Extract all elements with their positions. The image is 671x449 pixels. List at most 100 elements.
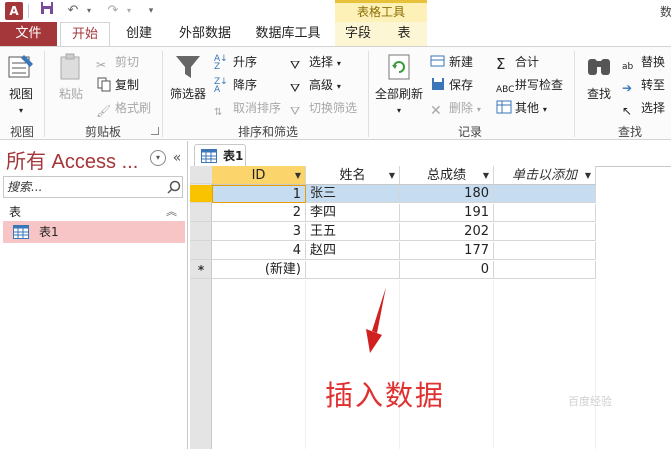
access-app-icon[interactable]: A	[5, 2, 23, 20]
document-tab-label: 表1	[223, 149, 244, 163]
table-cell-id[interactable]: 4	[212, 242, 306, 260]
group-label-sort-filter: 排序和筛选	[237, 125, 298, 139]
view-button[interactable]: 视图 ▾	[4, 51, 38, 116]
customize-toolbar-icon[interactable]: ▾	[142, 1, 160, 21]
table-cell-name[interactable]: 王五	[306, 223, 400, 241]
view-label: 视图	[8, 87, 33, 101]
chevron-down-icon: ▾	[336, 82, 341, 91]
ribbon: 视图 ▾ 视图 粘贴 ✂ 剪切 复制 🖌 格式刷 剪贴板 筛选器 A↓ Z 升序 Z↓ A 降…	[0, 46, 671, 140]
nav-section-tables[interactable]: 表 ︽	[3, 202, 185, 222]
save-record-button[interactable]: 保存	[430, 75, 473, 95]
copy-button[interactable]: 复制	[96, 75, 139, 95]
undo-dropdown-icon[interactable]: ▾	[80, 1, 98, 21]
table-cell-score[interactable]: 202	[400, 223, 494, 241]
tab-external-data[interactable]: 外部数据	[170, 22, 240, 46]
table-cell-empty[interactable]	[494, 261, 596, 279]
table-cell-name[interactable]: 李四	[306, 204, 400, 222]
select-button[interactable]: ↖ 选择	[622, 98, 665, 118]
record-selector[interactable]	[190, 242, 212, 260]
table-cell-name[interactable]: 张三	[306, 185, 400, 203]
table-cell-new-name[interactable]	[306, 261, 400, 279]
selection-filter-icon: ⛛	[290, 58, 301, 72]
tab-file[interactable]: 文件	[0, 22, 57, 46]
view-icon	[8, 55, 33, 78]
ascending-label: 升序	[233, 55, 258, 69]
dropdown-arrow-icon[interactable]: ▼	[295, 166, 301, 185]
cut-button[interactable]: ✂ 剪切	[96, 52, 139, 72]
refresh-all-button[interactable]: 全部刷新 ▾	[372, 51, 426, 116]
watermark: 百度经验	[568, 395, 612, 408]
document-tab-table1[interactable]: 表1	[194, 144, 246, 167]
delete-record-button[interactable]: ✕ 删除 ▾	[430, 98, 481, 119]
column-guide	[493, 280, 494, 449]
selection-label: 选择	[309, 55, 334, 69]
spelling-button[interactable]: ABC拼写检查	[496, 75, 563, 95]
sort-descending-button[interactable]: Z↓ A 降序	[214, 75, 257, 95]
clipboard-launcher-icon[interactable]	[151, 127, 159, 135]
filter-button[interactable]: 筛选器	[168, 51, 208, 102]
navigation-pane: 所有 Access ... ▾ « 搜索... 表 ︽ 表1	[0, 141, 188, 449]
record-selector[interactable]	[190, 223, 212, 241]
save-icon[interactable]	[38, 1, 56, 21]
find-label: 查找	[586, 87, 611, 101]
chevron-down-icon: ▾	[542, 105, 547, 114]
column-guide	[399, 280, 400, 449]
table-cell-empty[interactable]	[494, 242, 596, 260]
record-selector[interactable]	[190, 204, 212, 222]
table-cell-score[interactable]: 177	[400, 242, 494, 260]
sort-ascending-button[interactable]: A↓ Z 升序	[214, 52, 257, 72]
table-cell-empty[interactable]	[494, 223, 596, 241]
dropdown-arrow-icon[interactable]: ▼	[483, 166, 489, 185]
advanced-filter-button[interactable]: ⛛ 高级 ▾	[290, 75, 341, 95]
tab-table[interactable]: 表	[381, 22, 427, 46]
new-label: 新建	[449, 55, 474, 69]
nav-menu-chevron-icon[interactable]: ▾	[150, 150, 166, 166]
double-chevron-up-icon[interactable]: ︽	[166, 202, 177, 222]
table-cell-empty[interactable]	[494, 204, 596, 222]
nav-search-input[interactable]: 搜索...	[3, 176, 183, 198]
find-button[interactable]: 查找	[580, 51, 618, 102]
table-cell-new-id[interactable]: (新建)	[212, 261, 306, 279]
table-cell-id[interactable]: 1	[212, 185, 306, 203]
remove-sort-button[interactable]: ⇅ 取消排序	[214, 98, 281, 118]
binoculars-icon	[588, 59, 610, 75]
goto-button[interactable]: ➔ 转至	[622, 75, 665, 95]
sort-ascending-icon: A↓ Z	[214, 54, 228, 72]
paste-button[interactable]: 粘贴	[52, 51, 90, 102]
new-record-marker[interactable]: *	[190, 261, 212, 279]
nav-pane-title[interactable]: 所有 Access ...	[6, 145, 138, 174]
tab-database-tools[interactable]: 数据库工具	[248, 22, 328, 46]
record-selector[interactable]	[190, 185, 212, 203]
table-cell-new-score[interactable]: 0	[400, 261, 494, 279]
tab-create[interactable]: 创建	[116, 22, 162, 46]
column-header-id[interactable]: ID ▼	[212, 166, 306, 185]
table-cell-empty[interactable]	[494, 185, 596, 203]
tab-home[interactable]: 开始	[60, 22, 110, 47]
column-header-name[interactable]: 姓名 ▼	[306, 166, 400, 185]
toggle-filter-label: 切换筛选	[309, 101, 358, 115]
tab-fields[interactable]: 字段	[335, 22, 381, 46]
dropdown-arrow-icon[interactable]: ▼	[585, 166, 591, 185]
select-label: 选择	[641, 101, 666, 115]
table-cell-name[interactable]: 赵四	[306, 242, 400, 260]
column-header-click-to-add[interactable]: 单击以添加 ▼	[494, 166, 596, 185]
table-cell-score[interactable]: 191	[400, 204, 494, 222]
select-all-corner[interactable]	[190, 166, 212, 184]
collapse-pane-icon[interactable]: «	[169, 150, 185, 166]
advanced-filter-icon: ⛛	[290, 81, 301, 95]
column-header-score[interactable]: 总成绩 ▼	[400, 166, 494, 185]
totals-button[interactable]: Σ 合计	[496, 52, 539, 73]
redo-dropdown-icon[interactable]: ▾	[120, 1, 138, 21]
more-button[interactable]: 其他 ▾	[496, 98, 547, 118]
table-cell-id[interactable]: 2	[212, 204, 306, 222]
replace-button[interactable]: ab 替换	[622, 52, 665, 72]
table-cell-score[interactable]: 180	[400, 185, 494, 203]
toggle-filter-button[interactable]: ⛛ 切换筛选	[290, 98, 357, 118]
nav-item-table1[interactable]: 表1	[3, 221, 185, 243]
dropdown-arrow-icon[interactable]: ▼	[389, 166, 395, 185]
search-icon[interactable]	[166, 179, 182, 195]
selection-filter-button[interactable]: ⛛ 选择 ▾	[290, 52, 341, 72]
table-cell-id[interactable]: 3	[212, 223, 306, 241]
format-painter-button[interactable]: 🖌 格式刷	[96, 98, 151, 118]
new-record-button[interactable]: 新建	[430, 52, 473, 72]
